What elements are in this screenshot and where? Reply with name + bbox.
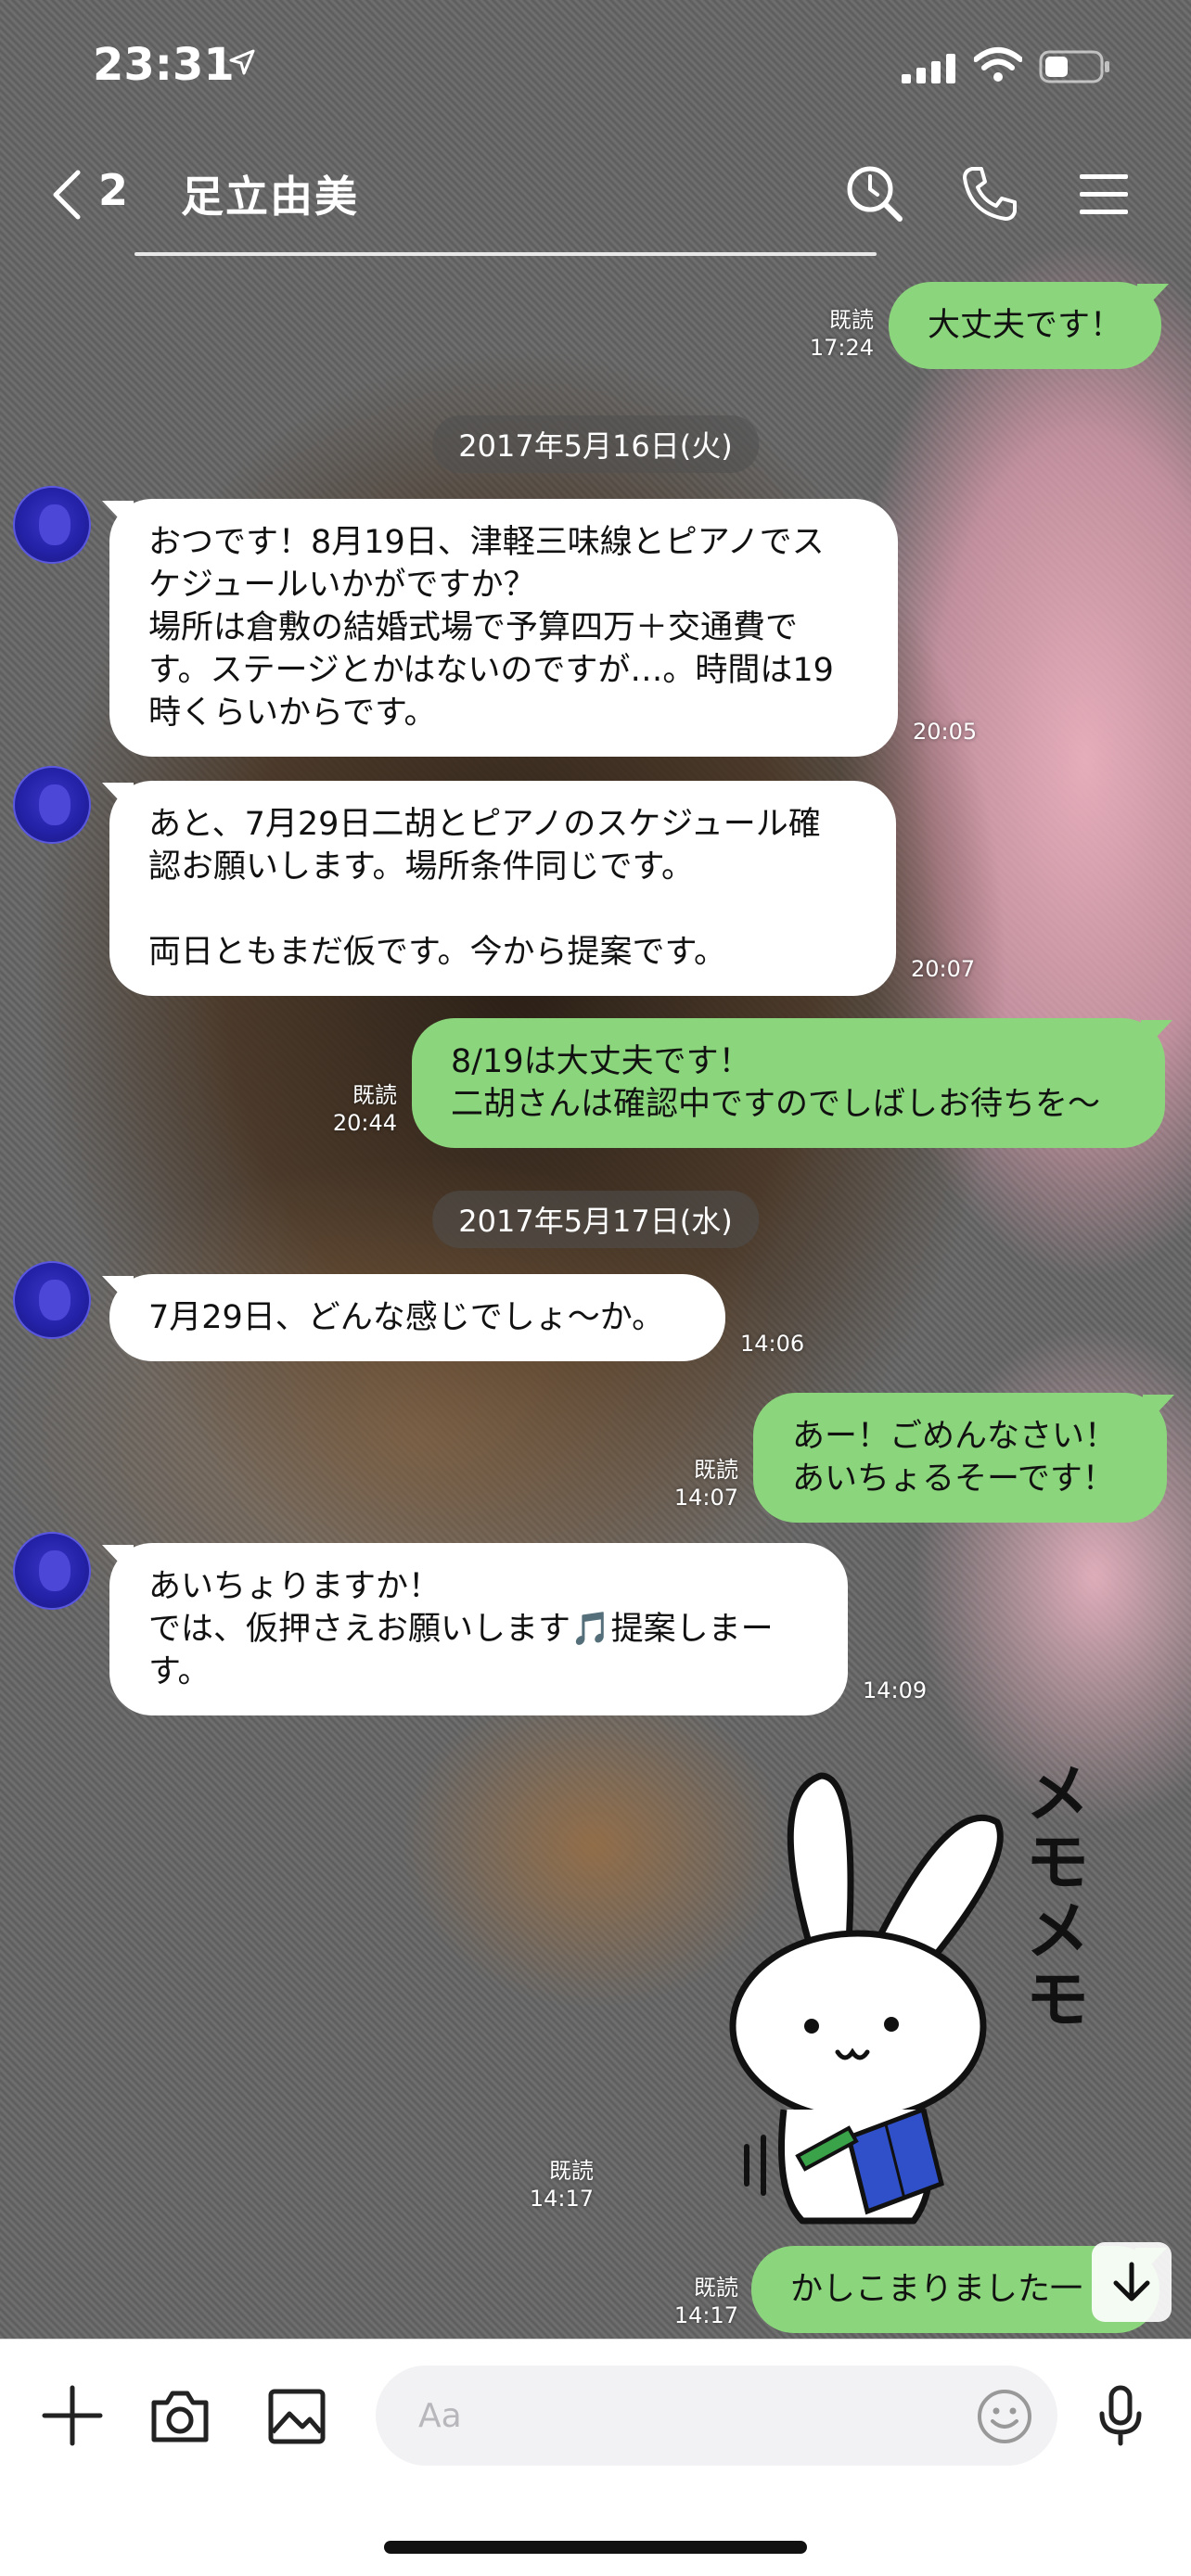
image-icon[interactable]	[265, 2384, 328, 2447]
wifi-icon	[974, 47, 1022, 82]
rabbit-memo-sticker[interactable]: メモメモ	[710, 1757, 1118, 2239]
avatar[interactable]	[13, 1532, 91, 1610]
outgoing-message[interactable]: あー！ごめんなさい！ あいちょるそーです！	[753, 1393, 1167, 1523]
chat-header: 2 足立由美	[0, 148, 1191, 241]
plus-icon[interactable]	[41, 2384, 104, 2447]
chat-title[interactable]: 足立由美	[181, 163, 359, 224]
incoming-message[interactable]: あいちょりますか！ では、仮押さえお願いします🎵提案しまー す。	[109, 1543, 848, 1715]
date-separator: 2017年5月17日(水)	[432, 1191, 759, 1248]
outgoing-message[interactable]: 8/19は大丈夫です！ 二胡さんは確認中ですのでしばしお待ちを〜	[412, 1018, 1165, 1148]
header-divider	[134, 252, 877, 256]
location-arrow-icon	[229, 49, 255, 75]
message-status: 既読 14:17	[529, 2158, 594, 2212]
message-status: 既読 17:24	[809, 307, 874, 361]
camera-icon[interactable]	[148, 2384, 211, 2447]
outgoing-message[interactable]: 大丈夫です！	[889, 282, 1162, 369]
message-status: 既読 14:17	[673, 2275, 738, 2328]
message-status: 既読 14:07	[673, 1457, 738, 1511]
down-arrow-icon	[1113, 2262, 1150, 2302]
cellular-signal-icon	[902, 54, 955, 83]
microphone-icon[interactable]	[1089, 2384, 1152, 2447]
message-time: 20:05	[913, 719, 978, 745]
incoming-message[interactable]: 7月29日、どんな感じでしょ〜か。	[109, 1274, 725, 1361]
message-status: 既読 20:44	[332, 1082, 397, 1136]
message-time: 14:06	[740, 1331, 805, 1357]
emoji-icon[interactable]	[976, 2388, 1033, 2445]
incoming-message[interactable]: おつです！8月19日、津軽三味線とピアノでス ケジュールいかがですか？ 場所は倉…	[109, 499, 898, 757]
menu-icon[interactable]	[1074, 163, 1135, 224]
date-separator: 2017年5月16日(火)	[432, 415, 759, 473]
avatar[interactable]	[13, 766, 91, 844]
avatar[interactable]	[13, 486, 91, 564]
message-input[interactable]	[376, 2366, 1057, 2466]
status-bar: 23:31	[0, 0, 1191, 134]
phone-call-icon[interactable]	[959, 163, 1020, 224]
message-time: 20:07	[911, 956, 976, 982]
status-time: 23:31	[93, 39, 235, 91]
home-indicator	[384, 2541, 807, 2554]
scroll-to-bottom-button[interactable]	[1092, 2242, 1172, 2322]
unread-count[interactable]: 2	[98, 165, 128, 215]
back-chevron-icon[interactable]	[48, 169, 85, 221]
sticker-text: メモメモ	[1015, 1759, 1091, 2034]
incoming-message[interactable]: あと、7月29日二胡とピアノのスケジュール確 認お願いします。場所条件同じです。…	[109, 781, 896, 996]
message-time: 14:09	[863, 1677, 928, 1703]
avatar[interactable]	[13, 1261, 91, 1339]
search-icon[interactable]	[844, 163, 905, 224]
battery-icon	[1039, 50, 1109, 83]
